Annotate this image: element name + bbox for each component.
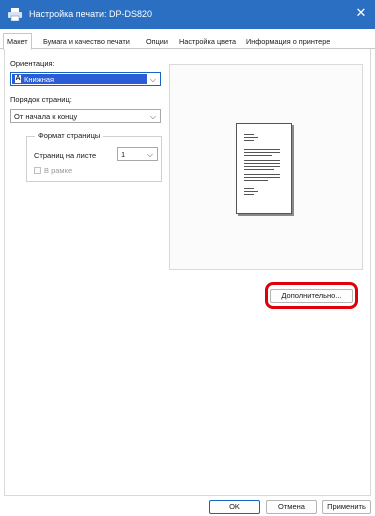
chevron-down-icon: ⌵ <box>149 75 156 84</box>
pages-per-sheet-select[interactable]: 1 ⌵ <box>117 147 158 161</box>
border-checkbox[interactable] <box>34 167 41 174</box>
window-title: Настройка печати: DP-DS820 <box>29 9 153 19</box>
pages-per-sheet-label: Страниц на листе <box>34 151 97 160</box>
portrait-orientation-icon: A <box>15 75 21 83</box>
tab-layout[interactable]: Макет <box>3 33 32 50</box>
tab-strip: Макет Бумага и качество печати Опции Нас… <box>0 33 375 50</box>
tab-color-settings[interactable]: Настройка цвета <box>176 35 239 49</box>
tab-options[interactable]: Опции <box>143 35 171 49</box>
ok-button[interactable]: OK <box>209 500 260 514</box>
pages-per-sheet-value: 1 <box>121 150 126 159</box>
page-order-value: От начала к концу <box>14 112 78 121</box>
preview-page-icon <box>236 123 292 214</box>
cancel-button[interactable]: Отмена <box>266 500 317 514</box>
title-bar: Настройка печати: DP-DS820 ✕ <box>0 0 375 29</box>
pages-format-title: Формат страницы <box>35 131 104 141</box>
orientation-value: Книжная <box>24 75 55 84</box>
printer-icon <box>8 8 22 21</box>
red-highlight-annotation <box>265 282 358 309</box>
tab-printer-info[interactable]: Информация о принтере <box>243 35 333 49</box>
border-label: В рамке <box>44 166 73 175</box>
page-order-label: Порядок страниц: <box>10 95 72 104</box>
close-icon[interactable]: ✕ <box>353 5 369 21</box>
tab-paper-quality[interactable]: Бумага и качество печати <box>40 35 133 49</box>
orientation-select[interactable]: A Книжная ⌵ <box>10 72 161 86</box>
chevron-down-icon: ⌵ <box>149 112 156 121</box>
orientation-label: Ориентация: <box>10 59 55 68</box>
apply-button[interactable]: Применить <box>322 500 371 514</box>
page-order-select[interactable]: От начала к концу ⌵ <box>10 109 161 123</box>
chevron-down-icon: ⌵ <box>146 150 153 159</box>
